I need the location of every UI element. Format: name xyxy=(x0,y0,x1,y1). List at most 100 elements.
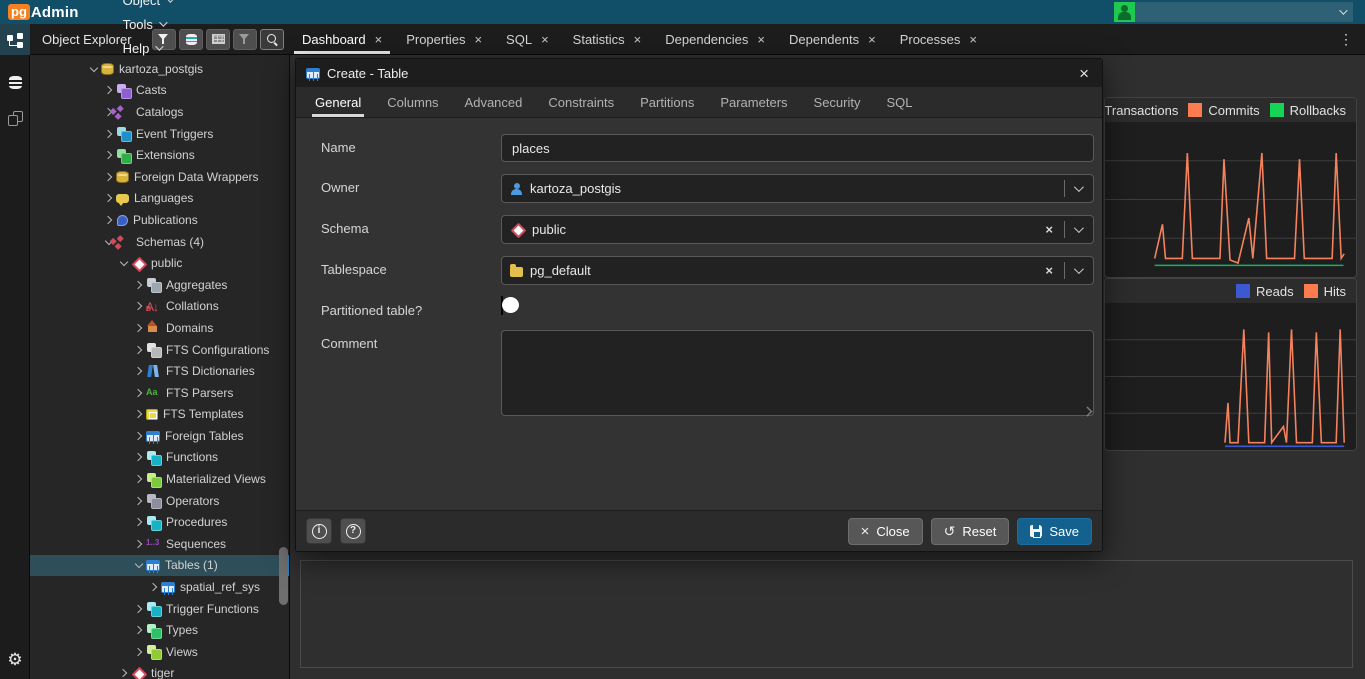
schema-select[interactable]: public × xyxy=(501,215,1094,244)
chevron-right-icon[interactable] xyxy=(132,627,146,633)
chevron-right-icon[interactable] xyxy=(132,303,146,309)
partitioned-toggle[interactable] xyxy=(501,296,503,315)
close-tab-icon[interactable]: × xyxy=(868,33,876,46)
close-tab-icon[interactable]: × xyxy=(375,33,383,46)
dialog-tab-columns[interactable]: Columns xyxy=(374,87,451,117)
tree-item-fts-templates[interactable]: FTS Templates xyxy=(30,404,289,426)
chevron-right-icon[interactable] xyxy=(132,498,146,504)
tree-item-event-triggers[interactable]: Event Triggers xyxy=(30,123,289,145)
tree-item-aggregates[interactable]: Aggregates xyxy=(30,274,289,296)
tree-item-schemas-4[interactable]: Schemas (4) xyxy=(30,231,289,253)
chevron-right-icon[interactable] xyxy=(147,584,161,590)
close-tab-icon[interactable]: × xyxy=(474,33,482,46)
menu-help[interactable]: Help xyxy=(109,36,187,60)
chevron-right-icon[interactable] xyxy=(132,519,146,525)
dialog-tab-advanced[interactable]: Advanced xyxy=(452,87,536,117)
chevron-right-icon[interactable] xyxy=(102,152,116,158)
dialog-tab-security[interactable]: Security xyxy=(801,87,874,117)
owner-select[interactable]: kartoza_postgis xyxy=(501,174,1094,203)
chevron-down-icon[interactable] xyxy=(1074,264,1084,274)
tree-item-procedures[interactable]: Procedures xyxy=(30,511,289,533)
help-button[interactable]: ? xyxy=(340,518,366,544)
tree-item-sequences[interactable]: Sequences xyxy=(30,533,289,555)
tree-item-functions[interactable]: Functions xyxy=(30,447,289,469)
chevron-right-icon[interactable] xyxy=(102,217,116,223)
chevron-down-icon[interactable] xyxy=(102,240,116,244)
chevron-right-icon[interactable] xyxy=(132,606,146,612)
tree-item-spatial-ref-sys[interactable]: spatial_ref_sys xyxy=(30,576,289,598)
dialog-titlebar[interactable]: Create - Table × xyxy=(296,59,1102,87)
dialog-tab-sql[interactable]: SQL xyxy=(874,87,926,117)
chevron-right-icon[interactable] xyxy=(132,433,146,439)
close-button[interactable]: × Close xyxy=(848,518,923,545)
chevron-right-icon[interactable] xyxy=(102,109,116,115)
chevron-right-icon[interactable] xyxy=(132,390,146,396)
chevron-right-icon[interactable] xyxy=(132,541,146,547)
chevron-right-icon[interactable] xyxy=(132,325,146,331)
chevron-right-icon[interactable] xyxy=(102,195,116,201)
tab-dependencies[interactable]: Dependencies× xyxy=(653,24,777,54)
tree-item-foreign-tables[interactable]: Foreign Tables xyxy=(30,425,289,447)
tree-item-fts-parsers[interactable]: FTS Parsers xyxy=(30,382,289,404)
chevron-down-icon[interactable] xyxy=(87,67,101,71)
chevron-right-icon[interactable] xyxy=(117,670,131,676)
save-button[interactable]: Save xyxy=(1017,518,1092,545)
tree-item-tiger[interactable]: tiger xyxy=(30,663,289,679)
chevron-down-icon[interactable] xyxy=(1074,223,1084,233)
chevron-down-icon[interactable] xyxy=(117,261,131,265)
chevron-right-icon[interactable] xyxy=(132,368,146,374)
close-tab-icon[interactable]: × xyxy=(541,33,549,46)
tab-dashboard[interactable]: Dashboard× xyxy=(290,24,394,54)
tree-scrollbar-thumb[interactable] xyxy=(279,547,288,605)
chevron-right-icon[interactable] xyxy=(102,87,116,93)
tree-item-casts[interactable]: Casts xyxy=(30,80,289,102)
name-input[interactable] xyxy=(501,134,1094,162)
clear-icon[interactable]: × xyxy=(1041,263,1057,278)
menu-tools[interactable]: Tools xyxy=(109,12,187,36)
filter-settings-button[interactable] xyxy=(233,29,257,50)
tree-item-fts-dictionaries[interactable]: FTS Dictionaries xyxy=(30,360,289,382)
chevron-right-icon[interactable] xyxy=(132,411,146,417)
chevron-right-icon[interactable] xyxy=(132,454,146,460)
tree-item-collations[interactable]: Collations xyxy=(30,296,289,318)
dialog-tab-constraints[interactable]: Constraints xyxy=(535,87,627,117)
chevron-right-icon[interactable] xyxy=(132,282,146,288)
tree-item-publications[interactable]: Publications xyxy=(30,209,289,231)
tree-item-fts-configurations[interactable]: FTS Configurations xyxy=(30,339,289,361)
chevron-right-icon[interactable] xyxy=(102,131,116,137)
tree-item-trigger-functions[interactable]: Trigger Functions xyxy=(30,598,289,620)
chevron-down-icon[interactable] xyxy=(132,563,146,567)
tree-item-extensions[interactable]: Extensions xyxy=(30,144,289,166)
schema-diff-rail-button[interactable] xyxy=(0,103,30,133)
tree-item-types[interactable]: Types xyxy=(30,619,289,641)
chevron-right-icon[interactable] xyxy=(132,476,146,482)
tree-item-catalogs[interactable]: Catalogs xyxy=(30,101,289,123)
tree-item-kartoza-postgis[interactable]: kartoza_postgis xyxy=(30,58,289,80)
menu-object[interactable]: Object xyxy=(109,0,187,12)
dialog-tab-general[interactable]: General xyxy=(302,87,374,117)
tab-processes[interactable]: Processes× xyxy=(888,24,989,54)
tree-item-languages[interactable]: Languages xyxy=(30,188,289,210)
tree-item-tables-1[interactable]: Tables (1) xyxy=(30,555,289,577)
chevron-right-icon[interactable] xyxy=(132,347,146,353)
settings-rail-button[interactable]: ⚙ xyxy=(0,645,30,675)
sql-info-button[interactable]: i xyxy=(306,518,332,544)
dialog-tab-parameters[interactable]: Parameters xyxy=(707,87,800,117)
tab-overflow-menu[interactable]: ⋮ xyxy=(1327,24,1365,54)
query-tool-rail-button[interactable] xyxy=(0,67,30,97)
user-menu-bar[interactable] xyxy=(1135,2,1353,22)
tab-dependents[interactable]: Dependents× xyxy=(777,24,888,54)
grid-view-button[interactable] xyxy=(206,29,230,50)
clear-icon[interactable]: × xyxy=(1041,222,1057,237)
user-widget[interactable] xyxy=(1114,2,1353,22)
search-button[interactable] xyxy=(260,29,284,50)
tablespace-select[interactable]: pg_default × xyxy=(501,256,1094,285)
object-explorer-rail-tab[interactable] xyxy=(0,24,30,55)
close-tab-icon[interactable]: × xyxy=(634,33,642,46)
chevron-right-icon[interactable] xyxy=(132,649,146,655)
chevron-right-icon[interactable] xyxy=(102,174,116,180)
tree-item-materialized-views[interactable]: Materialized Views xyxy=(30,468,289,490)
tree-item-views[interactable]: Views xyxy=(30,641,289,663)
chevron-down-icon[interactable] xyxy=(1074,182,1084,192)
tree-item-operators[interactable]: Operators xyxy=(30,490,289,512)
